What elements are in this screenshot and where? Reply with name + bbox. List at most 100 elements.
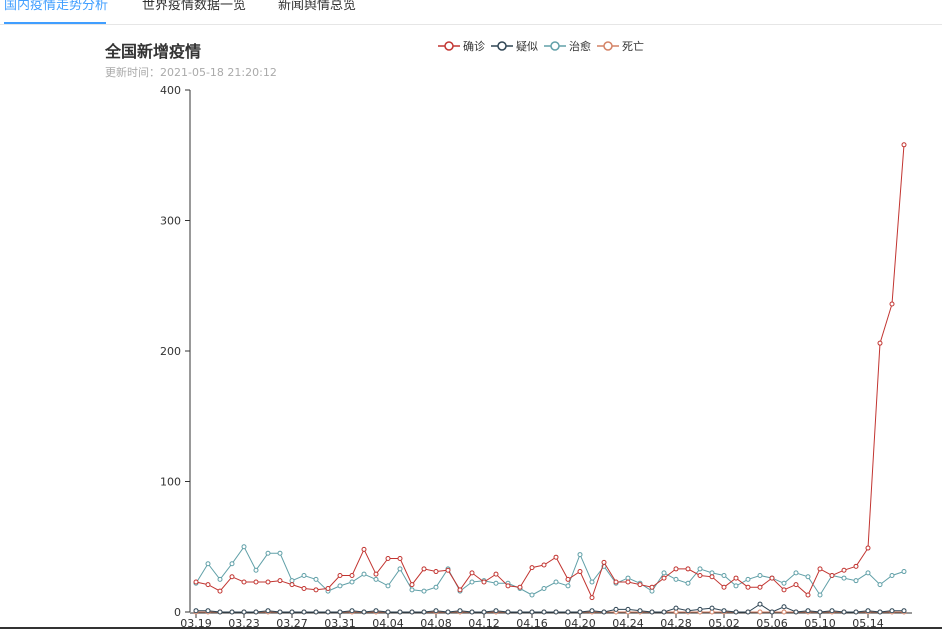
data-point-1 — [529, 609, 535, 615]
data-point-2 — [793, 570, 799, 576]
y-tick-label: 400 — [160, 84, 181, 97]
data-point-0 — [793, 582, 799, 588]
data-point-1 — [781, 604, 787, 610]
data-point-1 — [493, 608, 499, 614]
data-point-1 — [313, 609, 319, 615]
data-point-0 — [745, 584, 751, 590]
data-point-0 — [709, 574, 715, 580]
data-point-1 — [565, 609, 571, 615]
data-point-2 — [397, 566, 403, 572]
data-point-0 — [445, 567, 451, 573]
y-tick-label: 100 — [160, 476, 181, 489]
data-point-2 — [577, 552, 583, 558]
data-point-1 — [709, 605, 715, 611]
data-point-1 — [265, 608, 271, 614]
data-point-1 — [229, 609, 235, 615]
data-point-0 — [409, 582, 415, 588]
data-point-0 — [253, 579, 259, 585]
data-point-0 — [493, 571, 499, 577]
data-point-1 — [433, 608, 439, 614]
data-point-1 — [253, 609, 259, 615]
data-point-0 — [685, 566, 691, 572]
data-point-0 — [553, 554, 559, 560]
data-point-1 — [721, 608, 727, 614]
data-point-2 — [469, 579, 475, 585]
data-point-2 — [301, 572, 307, 578]
data-point-2 — [841, 575, 847, 581]
data-point-0 — [277, 578, 283, 584]
series-line-0 — [195, 144, 905, 599]
data-point-0 — [865, 545, 871, 551]
data-point-0 — [505, 583, 511, 589]
data-point-2 — [241, 544, 247, 550]
data-point-2 — [253, 567, 259, 573]
data-point-2 — [229, 561, 235, 567]
data-point-0 — [577, 569, 583, 575]
data-point-0 — [529, 565, 535, 571]
data-point-1 — [877, 609, 883, 615]
data-point-2 — [217, 576, 223, 582]
data-point-2 — [421, 588, 427, 594]
data-point-1 — [301, 609, 307, 615]
data-point-0 — [517, 584, 523, 590]
data-point-2 — [625, 575, 631, 581]
data-point-0 — [205, 582, 211, 588]
data-point-2 — [349, 579, 355, 585]
data-point-0 — [637, 582, 643, 588]
data-point-0 — [721, 584, 727, 590]
data-point-2 — [853, 578, 859, 584]
data-point-1 — [445, 609, 451, 615]
data-point-2 — [553, 579, 559, 585]
data-point-0 — [217, 588, 223, 594]
data-point-2 — [361, 571, 367, 577]
data-point-0 — [805, 592, 811, 598]
data-point-2 — [757, 572, 763, 578]
data-point-1 — [793, 609, 799, 615]
line-chart: 010020030040003.19 03.23 03.27 03.31 04.04 04… — [160, 84, 912, 629]
data-point-2 — [805, 574, 811, 580]
data-point-1 — [409, 609, 415, 615]
data-point-1 — [193, 608, 199, 614]
data-point-2 — [493, 580, 499, 586]
data-point-2 — [685, 580, 691, 586]
data-point-1 — [625, 606, 631, 612]
data-point-0 — [781, 587, 787, 593]
data-point-1 — [517, 609, 523, 615]
data-point-0 — [433, 569, 439, 575]
data-point-1 — [661, 609, 667, 615]
data-point-2 — [313, 576, 319, 582]
data-point-1 — [769, 609, 775, 615]
data-point-0 — [661, 575, 667, 581]
data-point-1 — [649, 609, 655, 615]
data-point-0 — [541, 562, 547, 568]
data-point-0 — [361, 546, 367, 552]
data-point-2 — [529, 592, 535, 598]
data-point-0 — [733, 575, 739, 581]
data-point-1 — [685, 608, 691, 614]
data-point-2 — [817, 592, 823, 598]
data-point-1 — [361, 609, 367, 615]
data-point-0 — [853, 563, 859, 569]
data-point-0 — [769, 575, 775, 581]
data-point-0 — [841, 567, 847, 573]
data-point-2 — [373, 576, 379, 582]
data-point-2 — [265, 550, 271, 556]
data-point-1 — [289, 609, 295, 615]
data-point-3 — [709, 609, 715, 615]
data-point-1 — [349, 608, 355, 614]
data-point-0 — [397, 555, 403, 561]
data-point-2 — [733, 583, 739, 589]
data-point-1 — [673, 605, 679, 611]
data-point-1 — [865, 608, 871, 614]
data-point-1 — [505, 609, 511, 615]
data-point-1 — [697, 606, 703, 612]
data-point-2 — [649, 588, 655, 594]
data-point-1 — [637, 608, 643, 614]
data-point-0 — [265, 579, 271, 585]
data-point-2 — [589, 579, 595, 585]
data-point-0 — [385, 555, 391, 561]
data-point-2 — [877, 582, 883, 588]
data-point-1 — [217, 609, 223, 615]
data-point-0 — [313, 587, 319, 593]
data-point-0 — [673, 566, 679, 572]
